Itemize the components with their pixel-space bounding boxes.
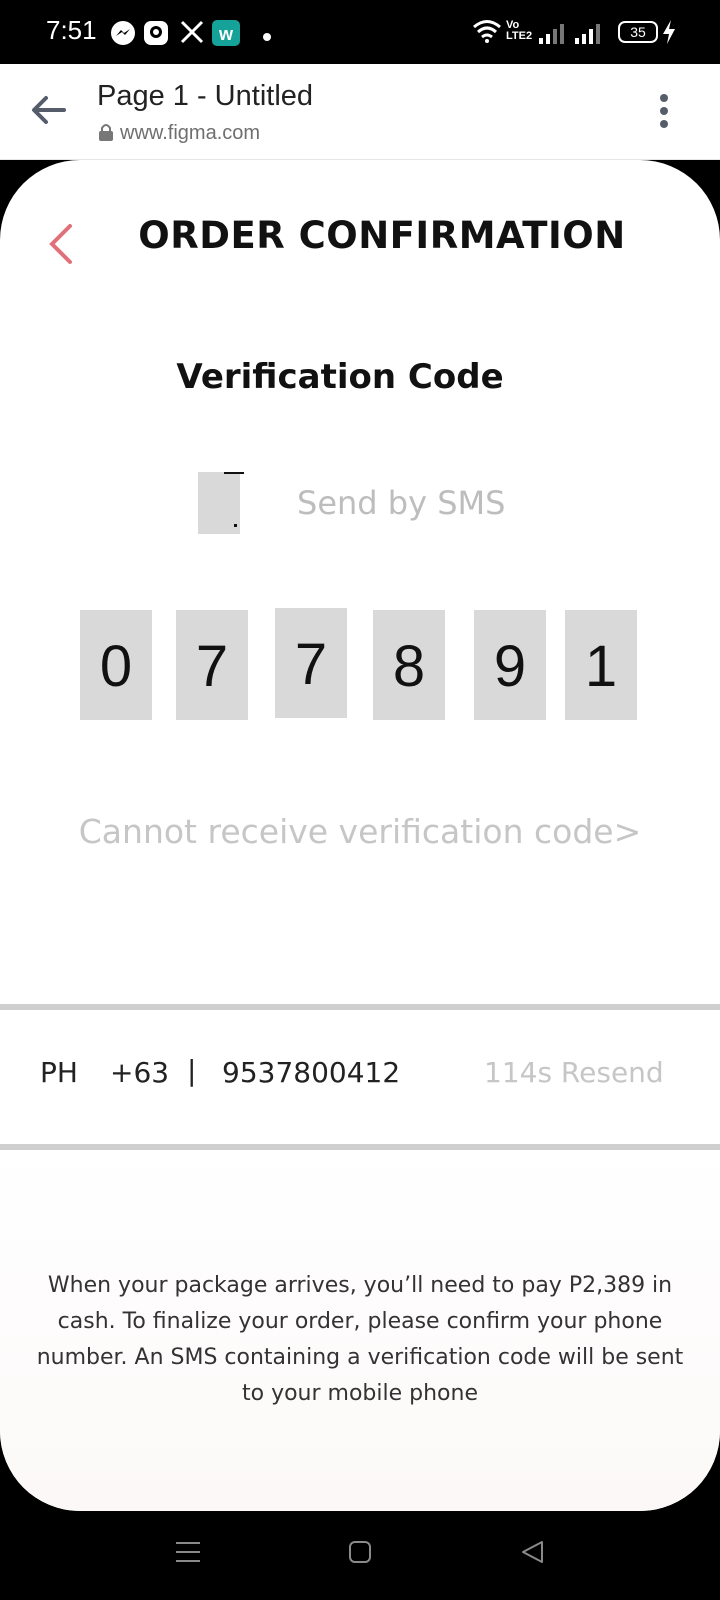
more-menu-icon[interactable] [659,94,669,134]
info-section: When your package arrives, you’ll need t… [0,1150,720,1511]
browser-title: Page 1 - Untitled [97,80,314,112]
svg-text:w: w [218,24,234,44]
payment-info-text: When your package arrives, you’ll need t… [36,1273,684,1406]
w-app-icon: w [212,20,240,50]
sms-checkbox[interactable] [198,472,244,534]
sms-box-dot [234,524,237,527]
code-digit-3[interactable]: 7 [275,608,347,718]
lock-icon [98,123,114,145]
network-label: Vo LTE2 [506,19,533,42]
sms-box-mark [224,472,244,474]
signal-icon [574,22,600,48]
home-icon[interactable] [348,1539,372,1569]
signal-icon [538,22,564,48]
code-digit-5[interactable]: 9 [474,610,546,720]
code-digit-1[interactable]: 0 [80,610,152,720]
code-digit-4[interactable]: 8 [373,610,445,720]
phone-separator: | [187,1054,197,1087]
dial-code[interactable]: +63 [110,1056,169,1089]
back-arrow-icon[interactable] [30,94,66,130]
dot-icon [262,27,272,46]
status-bar: 7:51 w Vo LTE2 35 [0,0,720,64]
phone-row: PH +63 | 9537800412 114s Resend [0,1010,720,1144]
navigation-bar [0,1511,720,1600]
code-digit-2[interactable]: 7 [176,610,248,720]
page-card: ORDER CONFIRMATION Verification Code Sen… [0,160,720,1511]
back-triangle-icon[interactable] [520,1539,544,1569]
battery-icon: 35 [618,21,658,43]
browser-bar: Page 1 - Untitled www.figma.com [0,64,720,160]
verification-heading: Verification Code [176,357,504,397]
url-row: www.figma.com [98,122,260,145]
send-by-sms-label[interactable]: Send by SMS [297,484,505,522]
page-title: ORDER CONFIRMATION [138,214,626,257]
browser-url[interactable]: www.figma.com [120,122,260,145]
wifi-icon [472,18,502,48]
country-code[interactable]: PH [40,1056,78,1089]
x-icon [180,20,204,48]
code-digit-6[interactable]: 1 [565,610,637,720]
app-icon [143,20,169,50]
cannot-receive-link[interactable]: Cannot receive verification code> [0,812,720,851]
resend-button[interactable]: 114s Resend [484,1056,664,1089]
status-time: 7:51 [46,15,97,45]
charging-icon [662,20,676,48]
menu-icon[interactable] [176,1539,200,1569]
phone-number[interactable]: 9537800412 [222,1056,400,1089]
messenger-icon [110,20,136,50]
